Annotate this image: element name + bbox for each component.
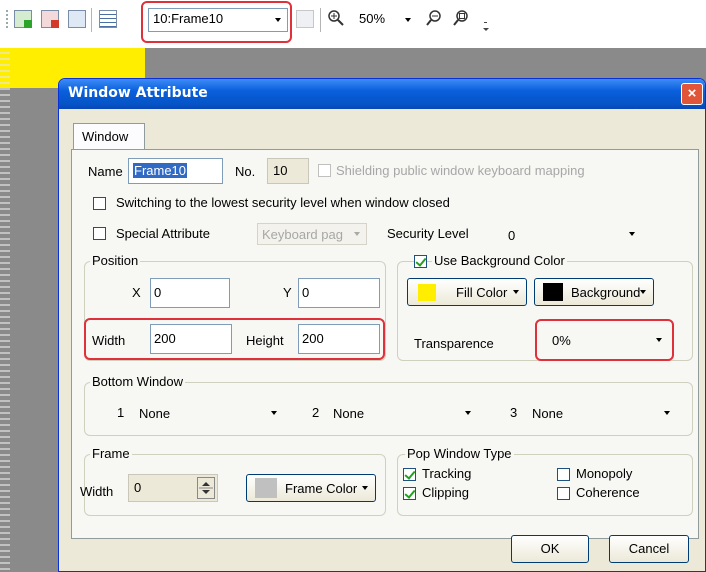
clipping-label: Clipping — [422, 485, 469, 500]
y-input[interactable]: 0 — [298, 278, 380, 308]
bottom-window-1-select[interactable]: None — [134, 400, 284, 426]
zoom-out-icon[interactable] — [426, 10, 442, 26]
frame-color-button[interactable]: Frame Color — [246, 474, 376, 502]
name-input-value: Frame10 — [133, 163, 188, 178]
shielding-label: Shielding public window keyboard mapping — [336, 163, 585, 178]
add-window-icon[interactable] — [14, 10, 32, 28]
dialog-title: Window Attribute — [68, 85, 208, 101]
no-label: No. — [235, 164, 256, 179]
no-input-value: 10 — [273, 163, 288, 178]
tab-window-label: Window — [82, 129, 129, 144]
bottom-window-1-number: 1 — [117, 405, 125, 420]
bottom-window-2-number: 2 — [312, 405, 320, 420]
delete-window-icon[interactable] — [41, 10, 59, 28]
bottom-window-title: Bottom Window — [90, 374, 186, 389]
special-attribute-checkbox[interactable] — [93, 227, 106, 240]
bottom-window-2-value: None — [333, 406, 365, 421]
fill-color-button[interactable]: Fill Color — [407, 278, 527, 306]
zoom-select-value: 50% — [359, 11, 386, 26]
security-level-label: Security Level — [387, 226, 469, 241]
fill-color-label: Fill Color — [456, 285, 508, 300]
background-color-button[interactable]: Background — [534, 278, 654, 306]
x-input[interactable]: 0 — [150, 278, 230, 308]
highlight-frame-select — [141, 1, 292, 43]
ok-button-label: OK — [540, 541, 560, 556]
window-attribute-dialog: Window Attribute × Window Name Frame10 N… — [58, 78, 706, 572]
background-color-swatch — [543, 283, 563, 301]
chevron-down-icon[interactable] — [400, 11, 416, 29]
clipping-checkbox[interactable] — [403, 487, 416, 500]
keyboard-page-select: Keyboard pag — [257, 223, 367, 245]
transparence-label: Transparence — [414, 336, 494, 351]
chevron-down-icon[interactable] — [635, 280, 651, 304]
frame-group-title: Frame — [90, 446, 132, 461]
zoom-in-icon[interactable] — [328, 10, 344, 26]
frame-color-swatch — [255, 478, 277, 498]
position-group-title: Position — [90, 253, 141, 268]
canvas-grid — [0, 52, 10, 572]
toolbar-separator — [91, 8, 92, 32]
toolbar: 10:Frame10 50% — [0, 0, 706, 48]
bottom-window-1-value: None — [139, 406, 171, 421]
cancel-button-label: Cancel — [628, 541, 670, 556]
ok-button[interactable]: OK — [511, 535, 589, 563]
bottom-window-3-value: None — [532, 406, 564, 421]
use-background-checkbox[interactable] — [414, 255, 427, 268]
frame-width-value: 0 — [134, 480, 142, 495]
chevron-down-icon[interactable] — [460, 402, 476, 424]
close-icon[interactable]: × — [681, 83, 703, 105]
bottom-window-3-select[interactable]: None — [527, 400, 677, 426]
pop-window-title: Pop Window Type — [405, 446, 514, 461]
x-label: X — [132, 285, 141, 300]
highlight-transparence — [535, 319, 674, 361]
security-level-value: 0 — [508, 228, 516, 243]
dialog-titlebar[interactable]: Window Attribute × — [59, 79, 705, 109]
chevron-down-icon — [349, 225, 365, 243]
chevron-down-icon[interactable] — [659, 402, 675, 424]
chevron-down-icon[interactable] — [266, 402, 282, 424]
highlight-size-fields — [84, 318, 385, 360]
tracking-checkbox[interactable] — [403, 468, 416, 481]
shielding-checkbox — [318, 164, 331, 177]
tab-window[interactable]: Window — [73, 123, 145, 150]
fill-color-swatch — [418, 284, 436, 301]
zoom-fit-icon[interactable] — [453, 10, 469, 26]
frame-width-label: Width — [80, 484, 114, 499]
zoom-select[interactable]: 50% — [355, 10, 417, 30]
tracking-label: Tracking — [422, 466, 472, 481]
toolbar-overflow-icon[interactable] — [482, 20, 490, 34]
switch-security-label: Switching to the lowest security level w… — [116, 195, 450, 210]
copy-window-icon[interactable] — [68, 10, 86, 28]
toolbar-grip — [6, 10, 8, 30]
special-attribute-label: Special Attribute — [116, 226, 210, 241]
x-input-value: 0 — [154, 285, 162, 300]
align-icon — [296, 10, 314, 28]
spinner-arrows-icon[interactable] — [197, 477, 215, 499]
bottom-window-3-number: 3 — [510, 405, 518, 420]
chevron-down-icon[interactable] — [357, 476, 373, 500]
background-color-label: Background — [571, 285, 641, 300]
tab-panel: Name Frame10 No. 10 Shielding public win… — [71, 149, 699, 539]
keyboard-page-value: Keyboard pag — [262, 227, 343, 242]
window-grid-icon[interactable] — [99, 10, 117, 28]
name-input[interactable]: Frame10 — [128, 158, 223, 184]
security-level-select[interactable]: 0 — [502, 222, 642, 246]
frame-width-spinner[interactable]: 0 — [128, 474, 218, 502]
frame-color-label: Frame Color — [285, 481, 358, 496]
y-label: Y — [283, 285, 292, 300]
y-input-value: 0 — [302, 285, 310, 300]
cancel-button[interactable]: Cancel — [609, 535, 689, 563]
chevron-down-icon[interactable] — [624, 224, 640, 244]
monopoly-checkbox[interactable] — [557, 468, 570, 481]
switch-security-checkbox[interactable] — [93, 197, 106, 210]
chevron-down-icon[interactable] — [508, 280, 524, 304]
monopoly-label: Monopoly — [576, 466, 633, 481]
no-input: 10 — [267, 158, 309, 184]
name-label: Name — [88, 164, 123, 179]
coherence-checkbox[interactable] — [557, 487, 570, 500]
bottom-window-2-select[interactable]: None — [328, 400, 478, 426]
toolbar-separator — [320, 8, 321, 32]
use-background-label: Use Background Color — [432, 253, 567, 268]
coherence-label: Coherence — [576, 485, 640, 500]
